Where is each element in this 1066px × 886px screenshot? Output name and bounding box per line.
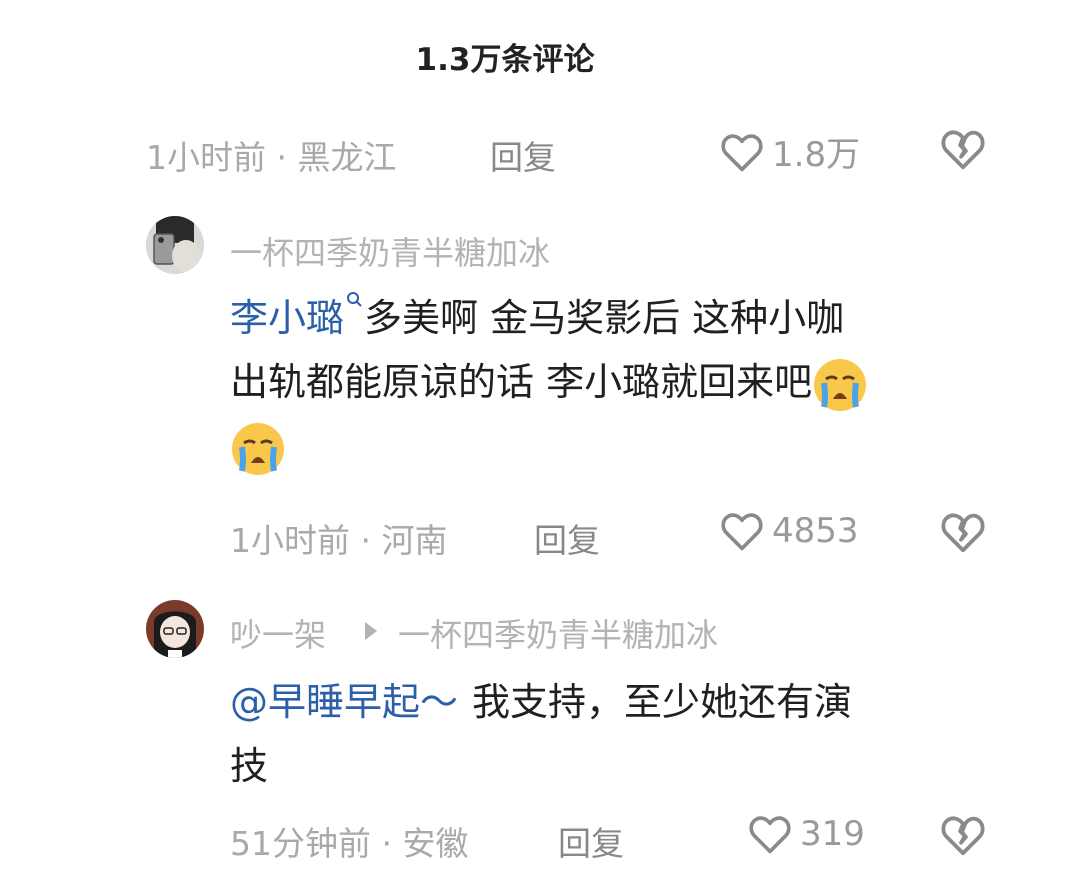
comment-text: 李小璐 多美啊 金马奖影后 这种小咖 出轨都能原谅的话 李小璐就回来吧 xyxy=(230,286,990,478)
like-count: 4853 xyxy=(772,511,859,551)
comment-line-text: 出轨都能原谅的话 李小璐就回来吧 xyxy=(230,360,813,404)
reply-button[interactable]: 回复 xyxy=(534,514,600,562)
reply-button[interactable]: 回复 xyxy=(490,131,556,179)
broken-heart-icon xyxy=(941,130,985,170)
comment-line: 出轨都能原谅的话 李小璐就回来吧 xyxy=(230,350,990,414)
dislike-button[interactable] xyxy=(940,813,986,861)
comment-username[interactable]: 一杯四季奶青半糖加冰 xyxy=(230,228,550,274)
comment-line: @早睡早起～ 我支持，至少她还有演 xyxy=(230,670,990,734)
comment-meta: 51分钟前 · 安徽 xyxy=(230,824,469,863)
reply-button[interactable]: 回复 xyxy=(558,817,624,865)
heart-icon xyxy=(721,133,763,171)
comment-username[interactable]: 吵一架 xyxy=(230,610,326,656)
comment-line-text: 多美啊 金马奖影后 这种小咖 xyxy=(364,296,845,340)
comment-line-text: 我支持，至少她还有演 xyxy=(472,680,853,724)
dislike-button[interactable] xyxy=(940,510,986,558)
comments-count-title: 1.3万条评论 xyxy=(415,42,595,78)
broken-heart-icon xyxy=(941,513,985,553)
like-count: 319 xyxy=(800,814,865,854)
reply-arrow-icon xyxy=(365,622,377,640)
avatar[interactable] xyxy=(146,600,204,658)
comment-line-text: 技 xyxy=(230,744,269,788)
loudly-crying-face-icon xyxy=(232,422,284,475)
comment-line: 李小璐 多美啊 金马奖影后 这种小咖 xyxy=(230,286,990,350)
comment-meta: 1小时前 · 河南 xyxy=(230,521,448,560)
heart-icon xyxy=(721,513,763,551)
comment-line: 技 xyxy=(230,734,990,798)
avatar-image xyxy=(146,216,204,274)
heart-icon xyxy=(749,816,791,854)
like-button[interactable]: 4853 xyxy=(720,510,859,552)
comment-line xyxy=(230,414,990,478)
dislike-button[interactable] xyxy=(940,127,986,175)
avatar-image xyxy=(146,600,204,658)
like-count: 1.8万 xyxy=(772,135,861,175)
mention-link[interactable]: 李小璐 xyxy=(230,292,364,340)
comment-meta: 1小时前 · 黑龙江 xyxy=(146,138,397,177)
loudly-crying-face-icon xyxy=(814,358,867,411)
mention-link[interactable]: @早睡早起～ xyxy=(230,680,458,724)
comment-text: @早睡早起～ 我支持，至少她还有演 技 xyxy=(230,670,990,798)
reply-to-username[interactable]: 一杯四季奶青半糖加冰 xyxy=(398,610,718,656)
search-icon xyxy=(347,292,362,307)
like-button[interactable]: 1.8万 xyxy=(720,127,860,176)
like-button[interactable]: 319 xyxy=(748,813,865,855)
broken-heart-icon xyxy=(941,816,985,856)
avatar[interactable] xyxy=(146,216,204,274)
